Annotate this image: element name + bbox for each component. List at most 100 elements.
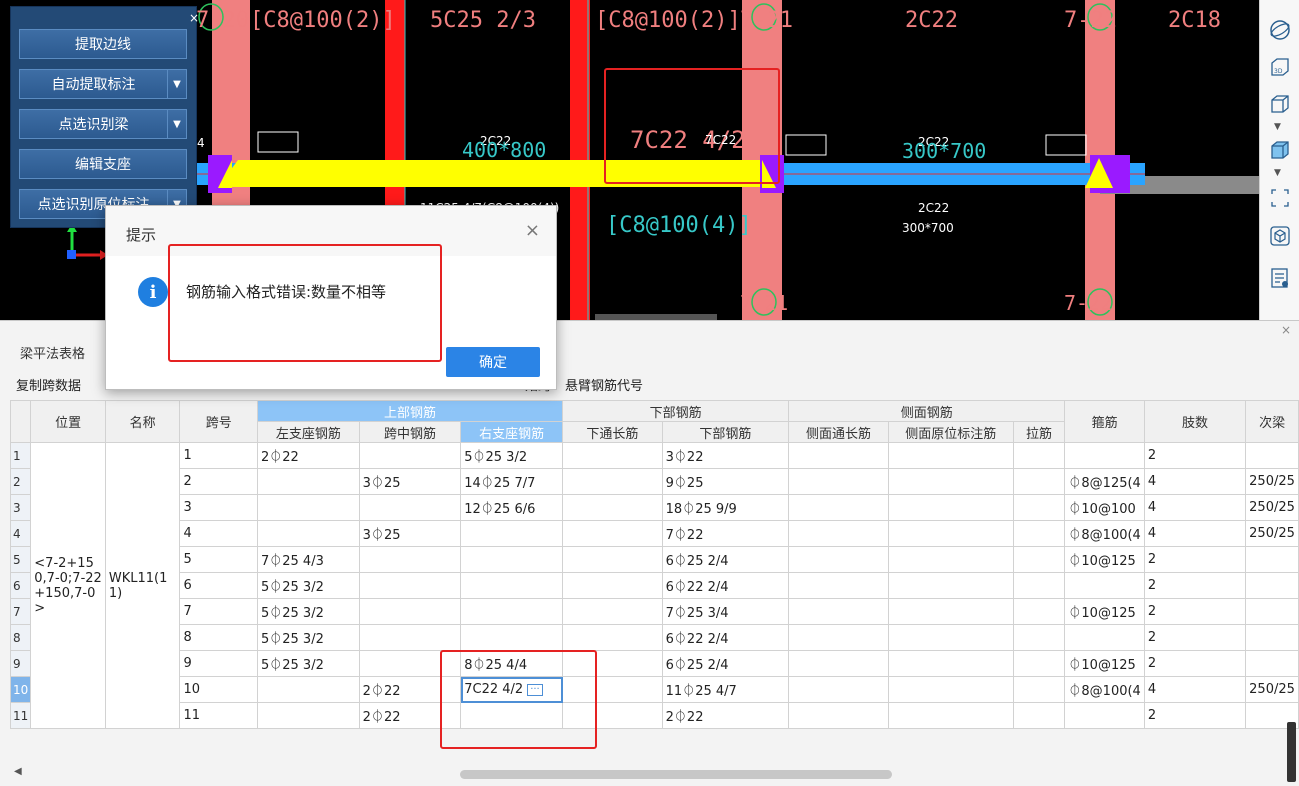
bottom-bar-cell[interactable]: 6⏀25 2/4 (661, 546, 790, 573)
legs-cell[interactable]: 4 (1143, 520, 1247, 547)
stirrup-cell[interactable] (1064, 572, 1145, 599)
orbit-icon[interactable] (1268, 18, 1292, 42)
table-row[interactable]: 8 8 5⏀25 3/2 6⏀22 2/4 2 (9, 624, 1299, 651)
side-orig-cell[interactable] (887, 468, 1014, 495)
column-header[interactable]: 下部钢筋 (661, 421, 790, 443)
side-orig-cell[interactable] (887, 520, 1014, 547)
top-mid-cell[interactable] (358, 442, 462, 469)
bottom-through-cell[interactable] (562, 442, 663, 469)
close-icon[interactable]: × (525, 220, 540, 241)
side-orig-cell[interactable] (887, 650, 1014, 677)
span-cell[interactable]: 11 (179, 702, 258, 729)
side-orig-cell[interactable] (887, 546, 1014, 573)
table-row[interactable]: 10 10 2⏀22 7C22 4/2 ··· 11⏀25 4/7 ⏀8@100(4 4 250… (9, 676, 1299, 703)
bottom-through-cell[interactable] (562, 572, 663, 599)
tie-cell[interactable] (1012, 676, 1066, 703)
bottom-through-cell[interactable] (562, 520, 663, 547)
bottom-through-cell[interactable] (562, 702, 663, 729)
side-through-cell[interactable] (788, 598, 889, 625)
top-mid-cell[interactable] (358, 546, 462, 573)
top-left-cell[interactable]: 7⏀25 4/3 (256, 546, 360, 573)
row-number[interactable]: 10 (9, 676, 32, 703)
legs-cell[interactable]: 2 (1143, 442, 1247, 469)
edit-support-button[interactable]: 编辑支座 (19, 149, 187, 179)
column-header[interactable]: 左支座钢筋 (256, 421, 360, 443)
top-left-cell[interactable]: 5⏀25 3/2 (256, 624, 360, 651)
bottom-bar-cell[interactable]: 6⏀22 2/4 (661, 572, 790, 599)
legs-cell[interactable]: 4 (1143, 494, 1247, 521)
tie-cell[interactable] (1012, 468, 1066, 495)
row-number[interactable]: 6 (9, 572, 32, 599)
column-header[interactable]: 下通长筋 (562, 421, 663, 443)
span-cell[interactable]: 10 (179, 676, 258, 703)
side-through-cell[interactable] (788, 702, 889, 729)
tie-cell[interactable] (1012, 650, 1066, 677)
bottom-through-cell[interactable] (562, 650, 663, 677)
tie-cell[interactable] (1012, 442, 1066, 469)
row-number[interactable]: 8 (9, 624, 32, 651)
auto-extract-annotation-button[interactable]: 自动提取标注 ▼ (19, 69, 187, 99)
side-orig-cell[interactable] (887, 442, 1014, 469)
tie-cell[interactable] (1012, 546, 1066, 573)
column-header[interactable]: 位置 (30, 400, 106, 443)
top-right-cell[interactable]: 7C22 4/2 ··· (460, 676, 564, 703)
table-row[interactable]: 7 7 5⏀25 3/2 7⏀25 3/4 ⏀10@125 2 (9, 598, 1299, 625)
top-right-cell[interactable] (460, 572, 564, 599)
row-number[interactable]: 9 (9, 650, 32, 677)
cube-outline-icon[interactable] (1268, 92, 1292, 116)
top-left-cell[interactable] (256, 494, 360, 521)
vertical-scrollbar[interactable] (1287, 722, 1296, 782)
column-header[interactable]: 侧面通长筋 (788, 421, 889, 443)
top-right-cell[interactable] (460, 702, 564, 729)
stirrup-cell[interactable]: ⏀10@125 (1064, 598, 1145, 625)
top-right-cell[interactable] (460, 520, 564, 547)
top-mid-cell[interactable]: 2⏀22 (358, 676, 462, 703)
stirrup-cell[interactable]: ⏀10@125 (1064, 650, 1145, 677)
table-row[interactable]: 9 9 5⏀25 3/2 8⏀25 4/4 6⏀25 2/4 ⏀10@125 2 (9, 650, 1299, 677)
side-through-cell[interactable] (788, 442, 889, 469)
bottom-through-cell[interactable] (562, 676, 663, 703)
top-left-cell[interactable]: 2⏀22 (256, 442, 360, 469)
column-header[interactable]: 名称 (104, 400, 181, 443)
column-header[interactable]: 跨中钢筋 (358, 421, 462, 443)
top-mid-cell[interactable]: 3⏀25 (358, 468, 462, 495)
side-orig-cell[interactable] (887, 702, 1014, 729)
legs-cell[interactable]: 2 (1143, 650, 1247, 677)
secondary-cell[interactable] (1245, 598, 1299, 625)
bottom-bar-cell[interactable]: 6⏀22 2/4 (661, 624, 790, 651)
side-through-cell[interactable] (788, 468, 889, 495)
top-right-cell[interactable]: 8⏀25 4/4 (460, 650, 564, 677)
legs-cell[interactable]: 2 (1143, 598, 1247, 625)
top-right-cell[interactable]: 14⏀25 7/7 (460, 468, 564, 495)
top-mid-cell[interactable] (358, 598, 462, 625)
table-row[interactable]: 5 5 7⏀25 4/3 6⏀25 2/4 ⏀10@125 2 (9, 546, 1299, 573)
row-number[interactable]: 7 (9, 598, 32, 625)
column-header[interactable]: 跨号 (179, 400, 258, 443)
row-number[interactable]: 1 (9, 442, 32, 469)
top-left-cell[interactable] (256, 468, 360, 495)
side-through-cell[interactable] (788, 572, 889, 599)
top-left-cell[interactable] (256, 520, 360, 547)
cantilever-code-button[interactable]: 悬臂钢筋代号 (565, 375, 643, 395)
bottom-bar-cell[interactable]: 7⏀22 (661, 520, 790, 547)
stirrup-cell[interactable] (1064, 702, 1145, 729)
top-left-cell[interactable] (256, 702, 360, 729)
name-cell[interactable]: WKL11(11) (104, 442, 181, 729)
column-header[interactable]: 侧面原位标注筋 (887, 421, 1014, 443)
row-number[interactable]: 3 (9, 494, 32, 521)
top-mid-cell[interactable]: 2⏀22 (358, 702, 462, 729)
tie-cell[interactable] (1012, 494, 1066, 521)
extract-edge-button[interactable]: 提取边线 (19, 29, 187, 59)
stirrup-cell[interactable] (1064, 442, 1145, 469)
legs-cell[interactable]: 4 (1143, 676, 1247, 703)
3d-view-icon[interactable]: 3D (1268, 55, 1292, 79)
bottom-through-cell[interactable] (562, 546, 663, 573)
scroll-left-icon[interactable]: ◀ (14, 766, 22, 777)
top-mid-cell[interactable]: 3⏀25 (358, 520, 462, 547)
bottom-through-cell[interactable] (562, 494, 663, 521)
top-right-cell[interactable]: 5⏀25 3/2 (460, 442, 564, 469)
top-right-cell[interactable] (460, 546, 564, 573)
position-cell[interactable]: <7-2+150,7-0;7-22+150,7-0> (30, 442, 106, 729)
fit-view-icon[interactable] (1268, 186, 1292, 210)
top-right-cell[interactable] (460, 624, 564, 651)
